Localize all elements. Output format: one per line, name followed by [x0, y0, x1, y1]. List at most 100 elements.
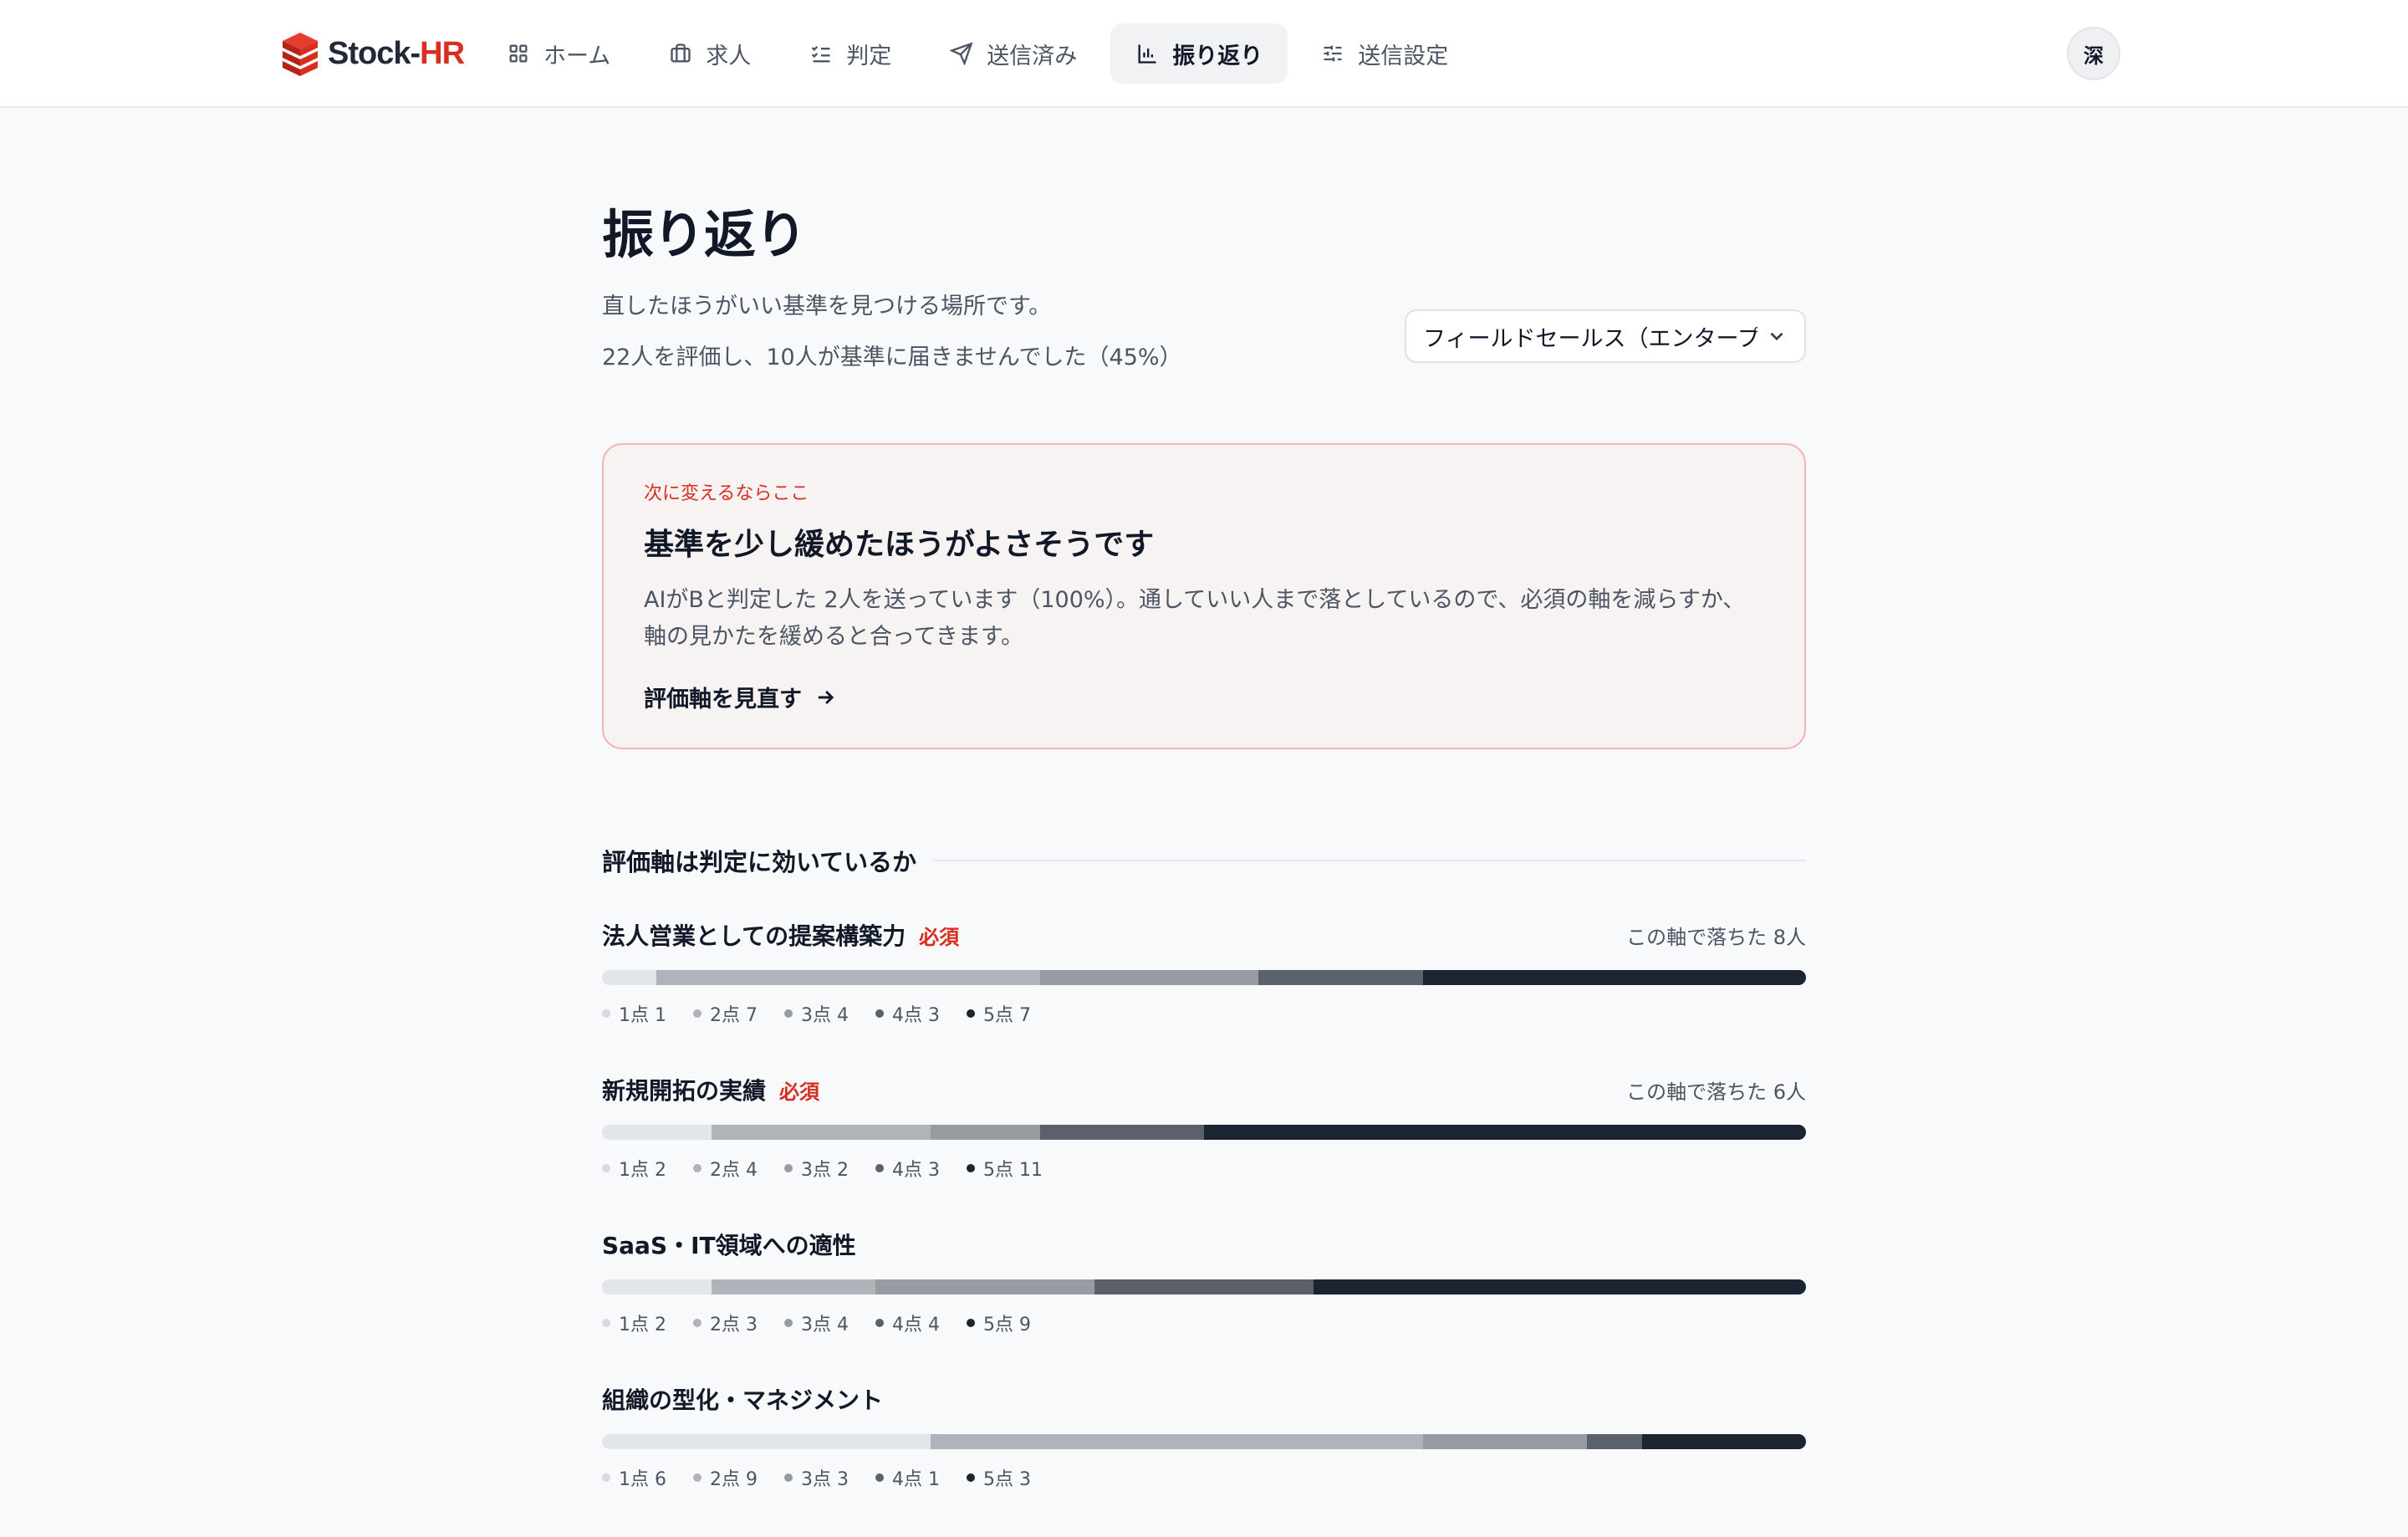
nav-item-home[interactable]: ホーム: [482, 23, 635, 84]
axis-name: 新規開拓の実績: [602, 1077, 767, 1105]
user-avatar[interactable]: 深: [2067, 27, 2120, 80]
legend-label: 3点 3: [801, 1469, 849, 1490]
legend-dot: [693, 1473, 701, 1482]
axis-row: 新規開拓の実績 必須 この軸で落ちた 6人 1点 2 2点 4 3点 2 4点 3 5点…: [602, 1073, 1806, 1228]
brand-suffix: HR: [420, 35, 465, 71]
legend-dot: [967, 1164, 975, 1172]
score-segment-5: [1203, 1125, 1806, 1140]
legend-label: 1点 1: [619, 1005, 666, 1026]
page-title: 振り返り: [602, 204, 807, 265]
legend-dot: [784, 1473, 793, 1482]
legend-dot: [784, 1319, 793, 1327]
main-content: 振り返り 直したほうがいい基準を見つける場所です。 22人を評価し、10人が基準…: [602, 192, 1806, 1490]
legend-dot: [784, 1009, 793, 1018]
dropped-count: この軸で落ちた 8人: [1626, 926, 1806, 949]
nav-item-send-settings[interactable]: 送信設定: [1296, 23, 1473, 84]
nav-item-sent[interactable]: 送信済み: [925, 23, 1102, 84]
dropped-count: この軸で落ちた 6人: [1626, 1080, 1806, 1104]
legend-item: 5点 3: [967, 1464, 1031, 1491]
axis-name: 法人営業としての提案構築力: [602, 922, 906, 950]
legend-dot: [875, 1473, 884, 1482]
nav-item-label: 判定: [846, 43, 892, 69]
job-select[interactable]: フィールドセールス（エンタープライズ）: [1405, 309, 1806, 363]
nav-item-review[interactable]: 振り返り: [1110, 23, 1288, 84]
legend-item: 1点 6: [602, 1464, 666, 1491]
nav-item-jobs[interactable]: 求人: [644, 23, 776, 84]
legend-item: 4点 3: [875, 1155, 940, 1182]
brand-logo[interactable]: Stock-HR: [279, 28, 465, 79]
score-segment-1: [602, 1125, 712, 1140]
legend-dot: [693, 1009, 701, 1018]
legend-label: 4点 3: [892, 1160, 940, 1181]
nav-item-label: 振り返り: [1172, 43, 1263, 69]
score-segment-4: [1094, 1279, 1314, 1294]
legend-dot: [967, 1009, 975, 1018]
top-header: Stock-HR ホーム 求人 判定 送信済み 振り返り 送信設定 深: [0, 0, 2408, 108]
required-badge: 必須: [919, 926, 960, 949]
briefcase-icon: [671, 43, 691, 63]
score-segment-2: [711, 1279, 876, 1294]
legend-label: 3点 4: [801, 1005, 849, 1026]
sliders-icon: [1324, 45, 1342, 62]
score-segment-1: [602, 1434, 931, 1449]
legend-label: 4点 1: [892, 1469, 940, 1490]
legend-dot: [693, 1319, 701, 1327]
score-legend: 1点 6 2点 9 3点 3 4点 1 5点 3: [602, 1464, 1806, 1491]
legend-dot: [602, 1164, 610, 1172]
review-criteria-link[interactable]: 評価軸を見直す: [644, 681, 837, 713]
review-criteria-label: 評価軸を見直す: [644, 687, 802, 712]
legend-dot: [875, 1319, 884, 1327]
legend-dot: [602, 1473, 610, 1482]
score-distribution-bar: [602, 1279, 1806, 1294]
legend-item: 4点 3: [875, 1000, 940, 1027]
legend-item: 1点 2: [602, 1155, 666, 1182]
legend-dot: [784, 1164, 793, 1172]
job-select-value: フィールドセールス（エンタープライズ）: [1423, 325, 1758, 352]
legend-item: 3点 4: [784, 1310, 849, 1336]
legend-item: 3点 2: [784, 1155, 849, 1182]
score-legend: 1点 2 2点 4 3点 2 4点 3 5点 11: [602, 1155, 1806, 1182]
legend-item: 2点 3: [693, 1310, 758, 1336]
bar-chart-icon: [1138, 44, 1156, 64]
score-segment-3: [930, 1125, 1040, 1140]
legend-item: 5点 9: [967, 1310, 1031, 1336]
legend-label: 4点 4: [892, 1315, 940, 1335]
nav-item-judgement[interactable]: 判定: [784, 23, 916, 84]
axis-row: 法人営業としての提案構築力 必須 この軸で落ちた 8人 1点 1 2点 7 3点 4…: [602, 918, 1806, 1073]
recommendation-card: 次に変えるならここ 基準を少し緩めたほうがよさそうです AIがBと判定した 2人…: [602, 443, 1806, 749]
legend-item: 2点 4: [693, 1155, 758, 1182]
axis-row: 組織の型化・マネジメント 1点 6 2点 9 3点 3 4点 1 5点 3: [602, 1382, 1806, 1537]
arrow-right-icon: [818, 690, 834, 704]
recommendation-title: 基準を少し緩めたほうがよさそうです: [644, 528, 1155, 562]
legend-label: 5点 3: [983, 1469, 1031, 1490]
score-segment-3: [1039, 970, 1259, 985]
score-distribution-bar: [602, 970, 1806, 985]
legend-item: 5点 11: [967, 1155, 1043, 1182]
axis-list: 法人営業としての提案構築力 必須 この軸で落ちた 8人 1点 1 2点 7 3点 4…: [602, 918, 1806, 1537]
nav-item-label: 送信済み: [987, 43, 1078, 69]
score-segment-5: [1641, 1434, 1806, 1449]
score-segment-2: [711, 1125, 931, 1140]
section-divider: [933, 860, 1806, 861]
legend-item: 3点 3: [784, 1464, 849, 1491]
legend-item: 2点 7: [693, 1000, 758, 1027]
score-segment-3: [875, 1279, 1095, 1294]
score-segment-2: [930, 1434, 1423, 1449]
score-segment-2: [656, 970, 1040, 985]
brand-name: Stock-: [328, 35, 421, 71]
main-nav: ホーム 求人 判定 送信済み 振り返り 送信設定: [482, 23, 1473, 84]
legend-dot: [875, 1009, 884, 1018]
nav-item-label: 求人: [706, 43, 752, 69]
required-badge: 必須: [779, 1080, 820, 1104]
legend-dot: [602, 1319, 610, 1327]
score-segment-5: [1422, 970, 1806, 985]
legend-label: 5点 9: [983, 1315, 1031, 1335]
score-segment-4: [1587, 1434, 1642, 1449]
score-segment-1: [602, 970, 657, 985]
legend-label: 1点 2: [619, 1315, 666, 1335]
legend-item: 3点 4: [784, 1000, 849, 1027]
section-title: 評価軸は判定に効いているか: [602, 848, 917, 876]
score-segment-5: [1313, 1279, 1806, 1294]
score-legend: 1点 2 2点 3 3点 4 4点 4 5点 9: [602, 1310, 1806, 1336]
legend-label: 3点 2: [801, 1160, 849, 1181]
